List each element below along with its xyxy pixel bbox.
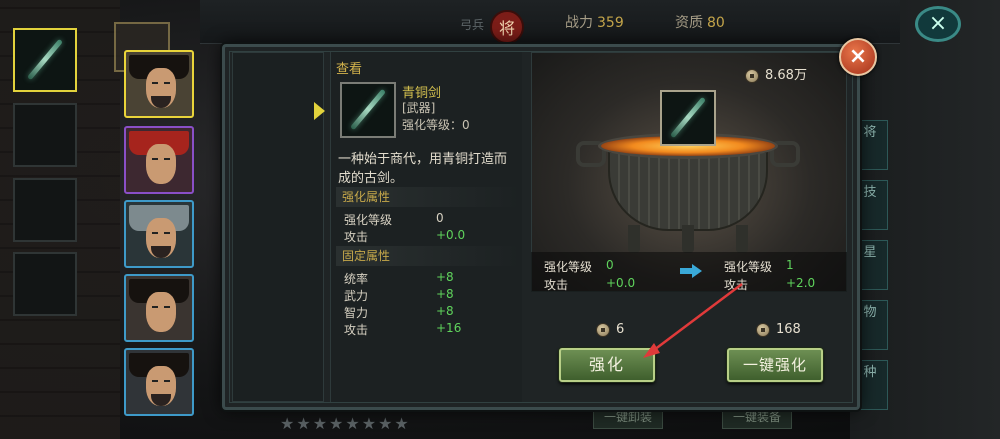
hero-portrait-3[interactable]	[124, 200, 194, 268]
bronze-sword-icon	[350, 88, 386, 131]
hero-portrait-2[interactable]	[124, 126, 194, 194]
money-balance: 8.68万	[745, 64, 807, 83]
equipment-slot-2[interactable]	[13, 103, 77, 167]
equipment-slot-3[interactable]	[13, 178, 77, 242]
attr-label: 武力	[344, 289, 369, 303]
hero-top-bar: 弓兵 将 战力 359 资质 80	[200, 0, 900, 44]
forge-item-icon	[660, 90, 716, 146]
attr-value: +16	[436, 321, 462, 335]
next-level-label: 强化等级	[724, 260, 773, 274]
enhance-attr-title: 强化属性	[336, 187, 520, 207]
current-attack-label: 攻击	[544, 278, 569, 292]
item-type: [武器]	[402, 101, 436, 115]
item-level: 强化等级：0	[402, 118, 470, 132]
enhance-cost-value: 6	[616, 322, 625, 337]
enhance-cost: 6	[596, 322, 624, 337]
auto-enhance-button[interactable]: 一键强化	[727, 348, 823, 382]
cauldron-icon	[576, 133, 800, 253]
enhance-button[interactable]: 强化	[559, 348, 655, 382]
item-description: 一种始于商代，用青铜打造而成的古剑。	[338, 152, 508, 186]
coin-icon	[745, 68, 759, 83]
quality-stat: 资质 80	[675, 12, 725, 32]
item-icon	[340, 82, 396, 138]
coin-icon	[756, 322, 770, 337]
attr-value: 0	[436, 211, 444, 225]
troop-type: 弓兵	[460, 18, 485, 32]
attr-value: +0.0	[436, 228, 466, 242]
quality-label: 资质	[675, 15, 703, 31]
attr-row: 攻击 +0.0	[344, 228, 514, 244]
equipment-slot-4[interactable]	[13, 252, 77, 316]
current-level-label: 强化等级	[544, 260, 593, 274]
next-level-value: 1	[786, 258, 794, 272]
next-attack-label: 攻击	[724, 278, 749, 292]
attr-label: 强化等级	[344, 213, 393, 227]
bronze-sword-icon	[27, 38, 63, 81]
hero-portrait-1[interactable]	[124, 50, 194, 118]
selected-slot-arrow-icon	[314, 102, 325, 120]
attr-label: 统率	[344, 272, 369, 286]
attr-row: 智力 +8	[344, 304, 514, 320]
power-stat: 战力 359	[565, 12, 624, 32]
auto-enhance-cost: 168	[756, 322, 801, 337]
quality-value: 80	[707, 15, 725, 31]
current-level-value: 0	[606, 258, 614, 272]
attr-row: 攻击 +16	[344, 321, 514, 337]
hero-star-rating: ★★★★★★★★	[280, 414, 411, 433]
seal-badge: 将	[490, 10, 524, 44]
attr-label: 攻击	[344, 230, 369, 244]
view-title: 查看	[336, 62, 363, 77]
power-value: 359	[597, 15, 624, 31]
hero-list	[112, 22, 200, 439]
hero-portrait-4[interactable]	[124, 274, 194, 342]
upgrade-arrow-icon	[680, 264, 702, 278]
bronze-sword-icon	[670, 96, 706, 139]
attr-row: 强化等级 0	[344, 211, 514, 227]
attr-value: +8	[436, 287, 454, 301]
hero-portrait-5[interactable]	[124, 348, 194, 416]
attr-label: 攻击	[344, 323, 369, 337]
coin-icon	[596, 322, 610, 337]
attr-label: 智力	[344, 306, 369, 320]
power-label: 战力	[565, 15, 593, 31]
equipment-slots	[232, 52, 324, 402]
background-close-button[interactable]: ×	[915, 6, 961, 42]
fixed-attr-title: 固定属性	[336, 246, 520, 266]
attr-row: 统率 +8	[344, 270, 514, 286]
current-attack-value: +0.0	[606, 276, 636, 290]
equipment-slot-weapon[interactable]	[13, 28, 77, 92]
attr-value: +8	[436, 304, 454, 318]
money-value: 8.68万	[765, 68, 807, 83]
next-attack-value: +2.0	[786, 276, 816, 290]
close-panel-button[interactable]: ×	[839, 38, 877, 76]
attr-row: 武力 +8	[344, 287, 514, 303]
auto-enhance-cost-value: 168	[776, 322, 801, 337]
attr-value: +8	[436, 270, 454, 284]
